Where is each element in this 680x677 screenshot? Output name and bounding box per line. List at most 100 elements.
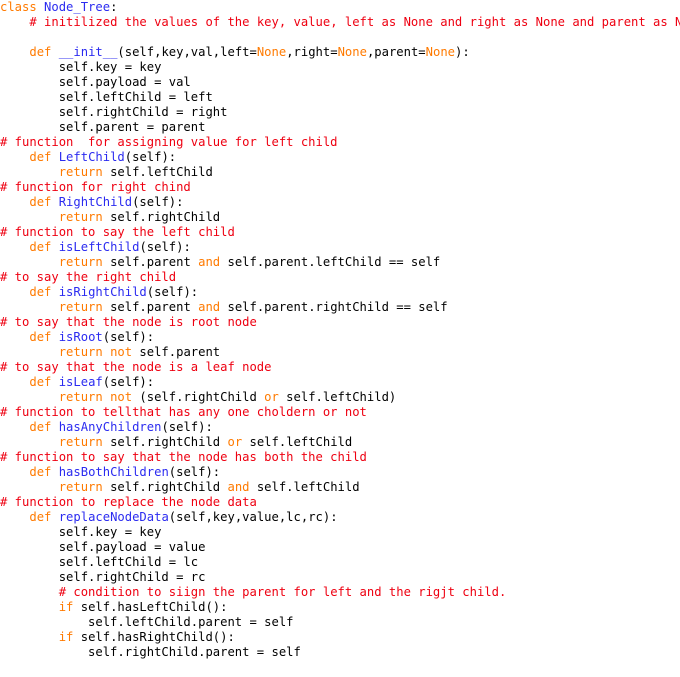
- code-text-token: (self):: [102, 330, 155, 344]
- keyword-token: def: [29, 420, 59, 434]
- code-line: if self.hasLeftChild():: [0, 600, 680, 615]
- code-line: # initilized the values of the key, valu…: [0, 15, 680, 30]
- code-text-token: self.rightChild = rc: [0, 570, 206, 584]
- function-name-token: isRoot: [58, 330, 103, 344]
- function-name-token: Node_Tree: [44, 0, 111, 14]
- code-text-token: self.parent = parent: [0, 120, 206, 134]
- keyword-token: if: [58, 600, 74, 614]
- comment-token: # function to tellthat has any one chold…: [0, 405, 367, 419]
- code-text-token: self.leftChild = left: [0, 90, 213, 104]
- keyword-token: None: [256, 45, 287, 59]
- code-line: self.key = key: [0, 60, 680, 75]
- comment-token: # to say the right child: [0, 270, 177, 284]
- code-line: self.rightChild.parent = self: [0, 645, 680, 660]
- code-line: def isLeaf(self):: [0, 375, 680, 390]
- code-line: self.payload = val: [0, 75, 680, 90]
- code-line: # function to say that the node has both…: [0, 450, 680, 465]
- code-line: return not (self.rightChild or self.left…: [0, 390, 680, 405]
- code-line: if self.hasRightChild():: [0, 630, 680, 645]
- keyword-token: def: [29, 375, 59, 389]
- code-line: return self.rightChild and self.leftChil…: [0, 480, 680, 495]
- comment-token: # function for assigning value for left …: [0, 135, 338, 149]
- code-line: self.leftChild = left: [0, 90, 680, 105]
- code-text-token: self.parent: [132, 345, 221, 359]
- code-line: self.payload = value: [0, 540, 680, 555]
- code-text-token: self.parent.leftChild == self: [220, 255, 441, 269]
- keyword-token: def: [29, 465, 59, 479]
- function-name-token: isRightChild: [58, 285, 147, 299]
- code-text-token: (self):: [124, 150, 177, 164]
- code-text-token: self.leftChild: [102, 165, 213, 179]
- code-line: # function to say the left child: [0, 225, 680, 240]
- code-text-token: self.hasLeftChild():: [73, 600, 228, 614]
- keyword-token: def: [29, 330, 59, 344]
- code-line: # to say that the node is a leaf node: [0, 360, 680, 375]
- code-text-token: self.payload = val: [0, 75, 191, 89]
- code-text-token: ,parent=: [366, 45, 426, 59]
- code-line: def isRightChild(self):: [0, 285, 680, 300]
- comment-token: # function to say that the node has both…: [0, 450, 367, 464]
- code-editor[interactable]: class Node_Tree: # initilized the values…: [0, 0, 680, 660]
- code-line: def __init__(self,key,val,left=None,righ…: [0, 45, 680, 60]
- code-line: def hasAnyChildren(self):: [0, 420, 680, 435]
- code-text-token: (self):: [102, 375, 155, 389]
- comment-token: # to say that the node is root node: [0, 315, 257, 329]
- keyword-token: None: [337, 45, 367, 59]
- keyword-token: def: [29, 195, 59, 209]
- comment-token: # function for right chind: [0, 180, 191, 194]
- keyword-token: return: [58, 480, 103, 494]
- code-text-token: (self.rightChild: [132, 390, 265, 404]
- keyword-token: class: [0, 0, 45, 14]
- keyword-token: def: [29, 240, 59, 254]
- comment-token: # function to say the left child: [0, 225, 235, 239]
- code-text-token: self.leftChild: [242, 435, 353, 449]
- code-line: def LeftChild(self):: [0, 150, 680, 165]
- code-line: return self.leftChild: [0, 165, 680, 180]
- code-text-token: self.parent: [102, 255, 199, 269]
- comment-token: # condition to siign the parent for left…: [58, 585, 507, 599]
- code-text-token: (self):: [146, 285, 199, 299]
- code-line: def replaceNodeData(self,key,value,lc,rc…: [0, 510, 680, 525]
- code-text-token: ):: [455, 45, 470, 59]
- code-line: return self.rightChild or self.leftChild: [0, 435, 680, 450]
- code-text-token: self.rightChild: [102, 480, 228, 494]
- code-line: self.leftChild = lc: [0, 555, 680, 570]
- code-line: # function for right chind: [0, 180, 680, 195]
- code-line: # to say that the node is root node: [0, 315, 680, 330]
- code-line: self.rightChild = rc: [0, 570, 680, 585]
- code-text-token: self.parent.rightChild == self: [220, 300, 448, 314]
- keyword-token: and: [198, 300, 221, 314]
- code-text-token: self.key = key: [0, 525, 162, 539]
- comment-token: # function to replace the node data: [0, 495, 257, 509]
- code-text-token: self.rightChild = right: [0, 105, 228, 119]
- code-line: class Node_Tree:: [0, 0, 680, 15]
- code-text-token: (self,key,value,lc,rc):: [168, 510, 338, 524]
- code-text-token: self.rightChild: [102, 435, 228, 449]
- function-name-token: hasAnyChildren: [58, 420, 162, 434]
- code-text-token: (self):: [132, 195, 184, 209]
- code-text-token: self.hasRightChild():: [73, 630, 235, 644]
- code-line: # function for assigning value for left …: [0, 135, 680, 150]
- code-line: self.leftChild.parent = self: [0, 615, 680, 630]
- code-line: # function to replace the node data: [0, 495, 680, 510]
- keyword-token: return: [58, 255, 103, 269]
- code-text-token: self.payload = value: [0, 540, 206, 554]
- keyword-token: if: [58, 630, 74, 644]
- function-name-token: isLeaf: [58, 375, 103, 389]
- keyword-token: return: [58, 165, 103, 179]
- keyword-token: return not: [58, 390, 133, 404]
- code-text-token: (self):: [139, 240, 191, 254]
